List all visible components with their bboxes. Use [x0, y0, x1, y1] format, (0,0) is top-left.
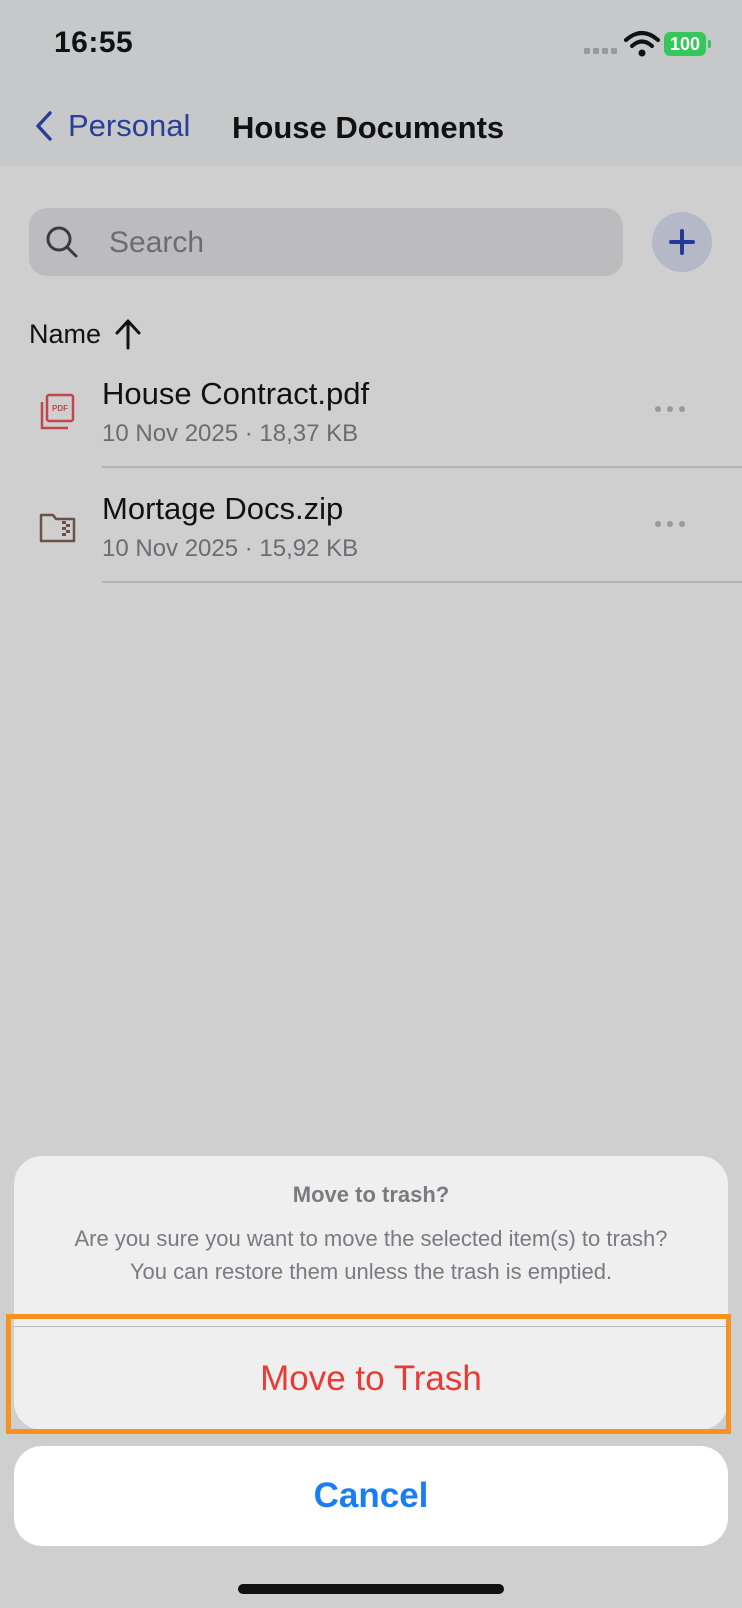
navigation-bar: Personal House Documents [0, 88, 742, 166]
plus-icon [669, 229, 695, 255]
battery-cap [708, 40, 711, 48]
move-to-trash-button[interactable]: Move to Trash [14, 1327, 728, 1430]
search-bar[interactable] [29, 208, 623, 276]
dialog-message: Are you sure you want to move the select… [74, 1226, 668, 1284]
svg-text:PDF: PDF [52, 404, 68, 413]
sort-label: Name [29, 318, 102, 349]
chevron-left-icon [36, 111, 52, 141]
file-name: House Contract.pdf [102, 376, 370, 411]
sort-by-name-button[interactable]: Name [29, 318, 143, 350]
status-bar: 16:55 100 [0, 0, 742, 88]
list-item[interactable]: Mortage Docs.zip 10 Nov 2025 · 15,92 KB [0, 469, 742, 583]
zip-folder-icon [39, 513, 76, 543]
search-input[interactable] [107, 218, 611, 268]
battery-icon: 100 [664, 32, 706, 56]
dialog-title: Move to trash? [292, 1182, 450, 1207]
list-item[interactable]: PDF House Contract.pdf 10 Nov 2025 · 18,… [0, 354, 742, 468]
wifi-icon [624, 31, 660, 57]
arrow-up-icon [115, 319, 141, 350]
page-title: House Documents [232, 110, 505, 145]
status-time: 16:55 [54, 26, 134, 59]
file-meta: 10 Nov 2025 · 15,92 KB [102, 535, 359, 562]
file-meta: 10 Nov 2025 · 18,37 KB [102, 420, 359, 447]
cellular-signal-icon [584, 48, 618, 54]
file-name: Mortage Docs.zip [102, 491, 344, 526]
home-indicator [238, 1584, 504, 1594]
action-sheet: Move to trash? Are you sure you want to … [14, 1156, 728, 1430]
pdf-file-icon: PDF [40, 393, 75, 430]
search-icon [46, 226, 78, 258]
divider [102, 466, 742, 468]
back-label: Personal [68, 108, 191, 143]
back-button[interactable]: Personal [34, 106, 190, 146]
divider [102, 581, 742, 583]
more-options-button[interactable] [648, 394, 692, 424]
cancel-button[interactable]: Cancel [14, 1446, 728, 1546]
more-options-button[interactable] [648, 509, 692, 539]
add-button[interactable] [652, 212, 712, 272]
